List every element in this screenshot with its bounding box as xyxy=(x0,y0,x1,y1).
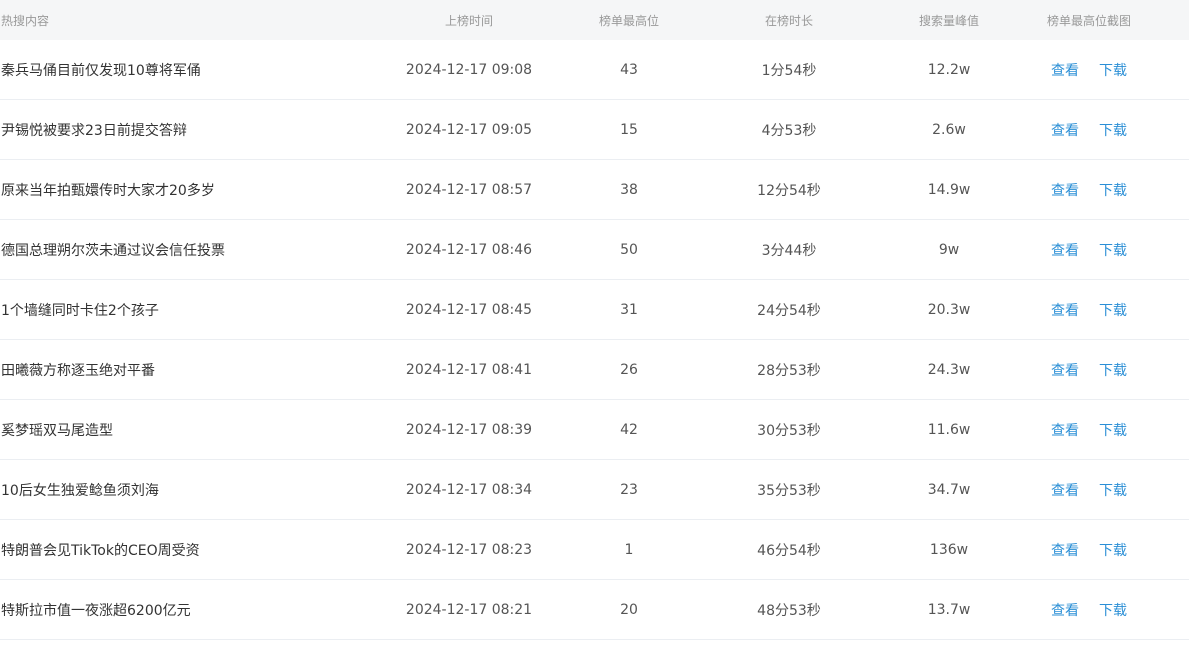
download-link[interactable]: 下载 xyxy=(1099,240,1127,260)
row-duration: 48分53秒 xyxy=(757,602,821,619)
row-content: 田曦薇方称逐玉绝对平番 xyxy=(1,362,155,379)
view-link[interactable]: 查看 xyxy=(1051,600,1079,620)
row-actions: 查看 下载 xyxy=(989,180,1189,200)
hot-search-table: 热搜内容 上榜时间 榜单最高位 在榜时长 搜索量峰值 榜单最高位截图 秦兵马俑目… xyxy=(0,0,1189,640)
row-time: 2024-12-17 09:05 xyxy=(405,121,533,138)
row-peak: 136w xyxy=(929,541,969,558)
row-time: 2024-12-17 09:08 xyxy=(405,61,533,78)
row-time: 2024-12-17 08:57 xyxy=(405,181,533,198)
view-link[interactable]: 查看 xyxy=(1051,360,1079,380)
row-content: 秦兵马俑目前仅发现10尊将军俑 xyxy=(1,62,201,79)
row-actions: 查看 下载 xyxy=(989,420,1189,440)
row-actions: 查看 下载 xyxy=(989,480,1189,500)
download-link[interactable]: 下载 xyxy=(1099,420,1127,440)
row-rank: 23 xyxy=(620,481,638,498)
view-link[interactable]: 查看 xyxy=(1051,120,1079,140)
download-link[interactable]: 下载 xyxy=(1099,120,1127,140)
view-link[interactable]: 查看 xyxy=(1051,300,1079,320)
row-content: 尹锡悦被要求23日前提交答辩 xyxy=(1,122,187,139)
row-time: 2024-12-17 08:34 xyxy=(405,481,533,498)
row-actions: 查看 下载 xyxy=(989,360,1189,380)
row-actions: 查看 下载 xyxy=(989,240,1189,260)
row-content: 特斯拉市值一夜涨超6200亿元 xyxy=(1,602,191,619)
table-row: 秦兵马俑目前仅发现10尊将军俑 2024-12-17 09:08 43 1分54… xyxy=(0,40,1189,100)
view-link[interactable]: 查看 xyxy=(1051,420,1079,440)
row-rank: 42 xyxy=(620,421,638,438)
header-screenshot: 榜单最高位截图 xyxy=(1046,13,1131,28)
row-peak: 9w xyxy=(938,241,960,258)
row-duration: 1分54秒 xyxy=(761,62,817,79)
header-content: 热搜内容 xyxy=(1,13,50,28)
row-time: 2024-12-17 08:39 xyxy=(405,421,533,438)
header-peak: 搜索量峰值 xyxy=(918,13,979,28)
row-actions: 查看 下载 xyxy=(989,60,1189,80)
row-rank: 1 xyxy=(624,541,634,558)
row-time: 2024-12-17 08:45 xyxy=(405,301,533,318)
table-row: 原来当年拍甄嬛传时大家才20多岁 2024-12-17 08:57 38 12分… xyxy=(0,160,1189,220)
row-peak: 13.7w xyxy=(927,601,971,618)
view-link[interactable]: 查看 xyxy=(1051,180,1079,200)
download-link[interactable]: 下载 xyxy=(1099,600,1127,620)
table-row: 奚梦瑶双马尾造型 2024-12-17 08:39 42 30分53秒 11.6… xyxy=(0,400,1189,460)
row-rank: 20 xyxy=(620,601,638,618)
row-actions: 查看 下载 xyxy=(989,300,1189,320)
row-rank: 38 xyxy=(620,181,638,198)
row-rank: 31 xyxy=(620,301,638,318)
row-rank: 15 xyxy=(620,121,638,138)
row-actions: 查看 下载 xyxy=(989,600,1189,620)
table-row: 1个墙缝同时卡住2个孩子 2024-12-17 08:45 31 24分54秒 … xyxy=(0,280,1189,340)
row-duration: 30分53秒 xyxy=(757,422,821,439)
row-peak: 34.7w xyxy=(927,481,971,498)
row-time: 2024-12-17 08:41 xyxy=(405,361,533,378)
table-row: 田曦薇方称逐玉绝对平番 2024-12-17 08:41 26 28分53秒 2… xyxy=(0,340,1189,400)
table-row: 特朗普会见TikTok的CEO周受资 2024-12-17 08:23 1 46… xyxy=(0,520,1189,580)
row-rank: 43 xyxy=(620,61,638,78)
row-duration: 24分54秒 xyxy=(757,302,821,319)
row-duration: 4分53秒 xyxy=(761,122,817,139)
row-content: 奚梦瑶双马尾造型 xyxy=(1,422,113,439)
row-content: 1个墙缝同时卡住2个孩子 xyxy=(1,302,159,319)
row-peak: 20.3w xyxy=(927,301,971,318)
row-actions: 查看 下载 xyxy=(989,540,1189,560)
row-peak: 12.2w xyxy=(927,61,971,78)
row-rank: 26 xyxy=(620,361,638,378)
row-peak: 24.3w xyxy=(927,361,971,378)
view-link[interactable]: 查看 xyxy=(1051,480,1079,500)
row-content: 原来当年拍甄嬛传时大家才20多岁 xyxy=(1,182,215,199)
row-peak: 14.9w xyxy=(927,181,971,198)
row-time: 2024-12-17 08:21 xyxy=(405,601,533,618)
row-rank: 50 xyxy=(620,241,638,258)
download-link[interactable]: 下载 xyxy=(1099,360,1127,380)
download-link[interactable]: 下载 xyxy=(1099,540,1127,560)
row-content: 10后女生独爱鲶鱼须刘海 xyxy=(1,482,159,499)
row-time: 2024-12-17 08:46 xyxy=(405,241,533,258)
table-row: 德国总理朔尔茨未通过议会信任投票 2024-12-17 08:46 50 3分4… xyxy=(0,220,1189,280)
download-link[interactable]: 下载 xyxy=(1099,300,1127,320)
view-link[interactable]: 查看 xyxy=(1051,540,1079,560)
table-row: 10后女生独爱鲶鱼须刘海 2024-12-17 08:34 23 35分53秒 … xyxy=(0,460,1189,520)
download-link[interactable]: 下载 xyxy=(1099,60,1127,80)
row-peak: 11.6w xyxy=(927,421,971,438)
row-content: 德国总理朔尔茨未通过议会信任投票 xyxy=(1,242,225,259)
row-actions: 查看 下载 xyxy=(989,120,1189,140)
view-link[interactable]: 查看 xyxy=(1051,240,1079,260)
header-time: 上榜时间 xyxy=(444,13,493,28)
row-duration: 46分54秒 xyxy=(757,542,821,559)
row-duration: 35分53秒 xyxy=(757,482,821,499)
row-content: 特朗普会见TikTok的CEO周受资 xyxy=(1,542,200,559)
view-link[interactable]: 查看 xyxy=(1051,60,1079,80)
header-duration: 在榜时长 xyxy=(764,13,813,28)
row-duration: 28分53秒 xyxy=(757,362,821,379)
download-link[interactable]: 下载 xyxy=(1099,180,1127,200)
download-link[interactable]: 下载 xyxy=(1099,480,1127,500)
row-peak: 2.6w xyxy=(932,121,966,138)
table-row: 尹锡悦被要求23日前提交答辩 2024-12-17 09:05 15 4分53秒… xyxy=(0,100,1189,160)
header-rank: 榜单最高位 xyxy=(598,13,659,28)
row-duration: 3分44秒 xyxy=(761,242,817,259)
row-duration: 12分54秒 xyxy=(757,182,821,199)
row-time: 2024-12-17 08:23 xyxy=(405,541,533,558)
table-header: 热搜内容 上榜时间 榜单最高位 在榜时长 搜索量峰值 榜单最高位截图 xyxy=(0,0,1189,40)
table-row: 特斯拉市值一夜涨超6200亿元 2024-12-17 08:21 20 48分5… xyxy=(0,580,1189,640)
